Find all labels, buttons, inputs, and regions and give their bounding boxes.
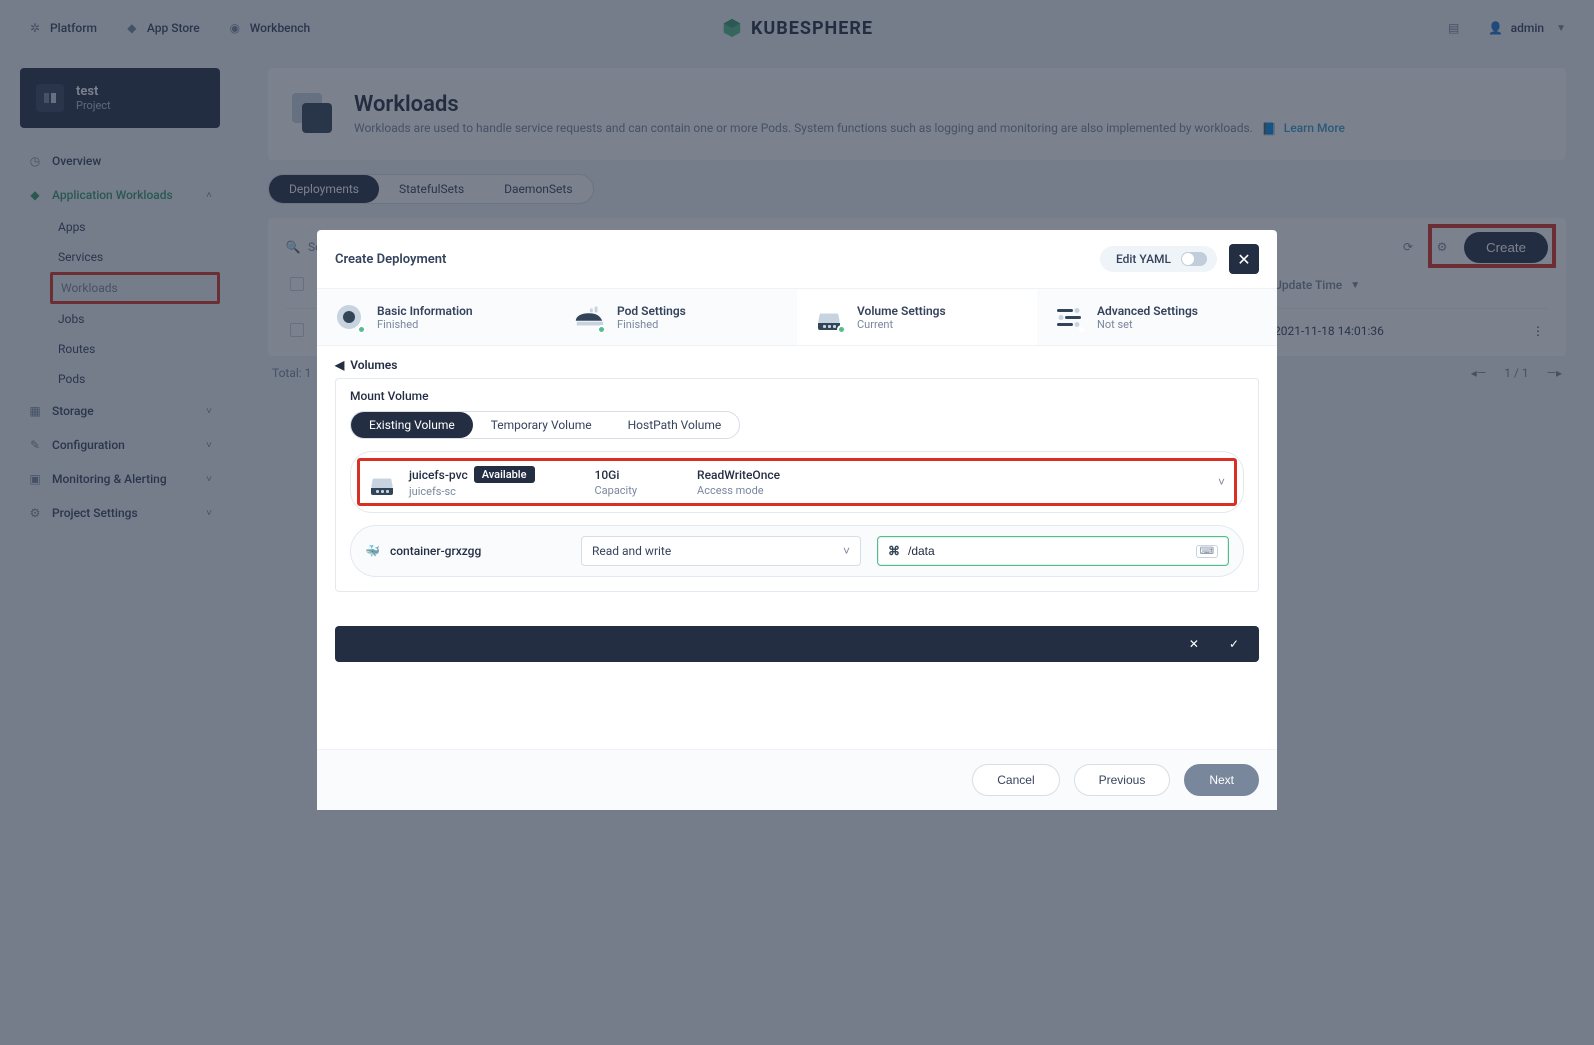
edit-yaml-label: Edit YAML xyxy=(1116,252,1171,266)
docker-icon: 🐳 xyxy=(365,544,380,558)
disk-icon xyxy=(369,469,395,495)
volume-selector[interactable]: juicefs-pvc Available juicefs-sc 10Gi Ca… xyxy=(350,451,1244,513)
status-badge: Available xyxy=(474,466,535,483)
mount-mode-select[interactable]: Read and write ˅ xyxy=(581,536,861,566)
container-chip: 🐳 container-grxzgg xyxy=(365,544,565,558)
chevron-down-icon: ˅ xyxy=(1218,475,1225,489)
capacity-label: Capacity xyxy=(595,484,638,497)
mount-panel: Mount Volume Existing Volume Temporary V… xyxy=(335,378,1259,592)
pod-step-icon xyxy=(573,301,605,333)
mount-path-input-wrap: ⌘ ⌨ xyxy=(877,536,1229,566)
action-bar: ✕ ✓ xyxy=(335,626,1259,662)
step-pod[interactable]: Pod Settings Finished xyxy=(557,289,797,345)
step-pod-name: Pod Settings xyxy=(617,304,686,318)
step-basic-status: Finished xyxy=(377,318,473,331)
basic-step-icon xyxy=(333,301,365,333)
advanced-step-icon xyxy=(1053,301,1085,333)
close-button[interactable]: ✕ xyxy=(1229,244,1259,274)
modal-title: Create Deployment xyxy=(335,252,446,267)
storage-class: juicefs-sc xyxy=(409,485,535,498)
capacity-value: 10Gi xyxy=(595,468,638,482)
switch-icon xyxy=(1181,252,1207,266)
volume-type-tabs: Existing Volume Temporary Volume HostPat… xyxy=(350,411,740,439)
tab-temporary-volume[interactable]: Temporary Volume xyxy=(473,412,610,438)
container-name: container-grxzgg xyxy=(390,544,481,558)
volumes-section-title: ◀ Volumes xyxy=(335,358,1259,372)
step-advanced-status: Not set xyxy=(1097,318,1198,331)
step-volume[interactable]: Volume Settings Current xyxy=(797,289,1037,345)
mount-label: Mount Volume xyxy=(350,389,1244,403)
previous-button[interactable]: Previous xyxy=(1074,764,1171,796)
create-deployment-modal: Create Deployment Edit YAML ✕ Basic Info… xyxy=(317,230,1277,810)
chevron-down-icon: ˅ xyxy=(843,544,850,558)
step-basic[interactable]: Basic Information Finished xyxy=(317,289,557,345)
mount-path-input[interactable] xyxy=(908,544,1188,558)
edit-yaml-toggle[interactable]: Edit YAML xyxy=(1100,246,1217,272)
tab-hostpath-volume[interactable]: HostPath Volume xyxy=(610,412,740,438)
step-advanced[interactable]: Advanced Settings Not set xyxy=(1037,289,1277,345)
step-volume-name: Volume Settings xyxy=(857,304,946,318)
modal-footer: Cancel Previous Next xyxy=(317,749,1277,810)
step-advanced-name: Advanced Settings xyxy=(1097,304,1198,318)
volumes-title-text: Volumes xyxy=(350,358,397,372)
step-pod-status: Finished xyxy=(617,318,686,331)
volume-step-icon xyxy=(813,301,845,333)
tab-existing-volume[interactable]: Existing Volume xyxy=(351,412,473,438)
modal-overlay: Create Deployment Edit YAML ✕ Basic Info… xyxy=(0,0,1594,1045)
close-icon: ✕ xyxy=(1237,250,1250,269)
back-arrow-icon[interactable]: ◀ xyxy=(335,358,344,372)
keyboard-icon: ⌨ xyxy=(1196,545,1218,558)
mount-row: 🐳 container-grxzgg Read and write ˅ ⌘ ⌨ xyxy=(350,525,1244,577)
next-button[interactable]: Next xyxy=(1184,764,1259,796)
discard-button[interactable]: ✕ xyxy=(1189,637,1199,651)
terminal-icon: ⌘ xyxy=(888,544,900,558)
confirm-button[interactable]: ✓ xyxy=(1229,637,1239,651)
cancel-button[interactable]: Cancel xyxy=(972,764,1059,796)
pvc-name: juicefs-pvc xyxy=(409,468,468,482)
step-basic-name: Basic Information xyxy=(377,304,473,318)
step-volume-status: Current xyxy=(857,318,946,331)
wizard-steps: Basic Information Finished Pod Settings … xyxy=(317,288,1277,346)
access-mode-value: ReadWriteOnce xyxy=(697,468,780,482)
access-mode-label: Access mode xyxy=(697,484,780,497)
mount-mode-value: Read and write xyxy=(592,544,671,558)
